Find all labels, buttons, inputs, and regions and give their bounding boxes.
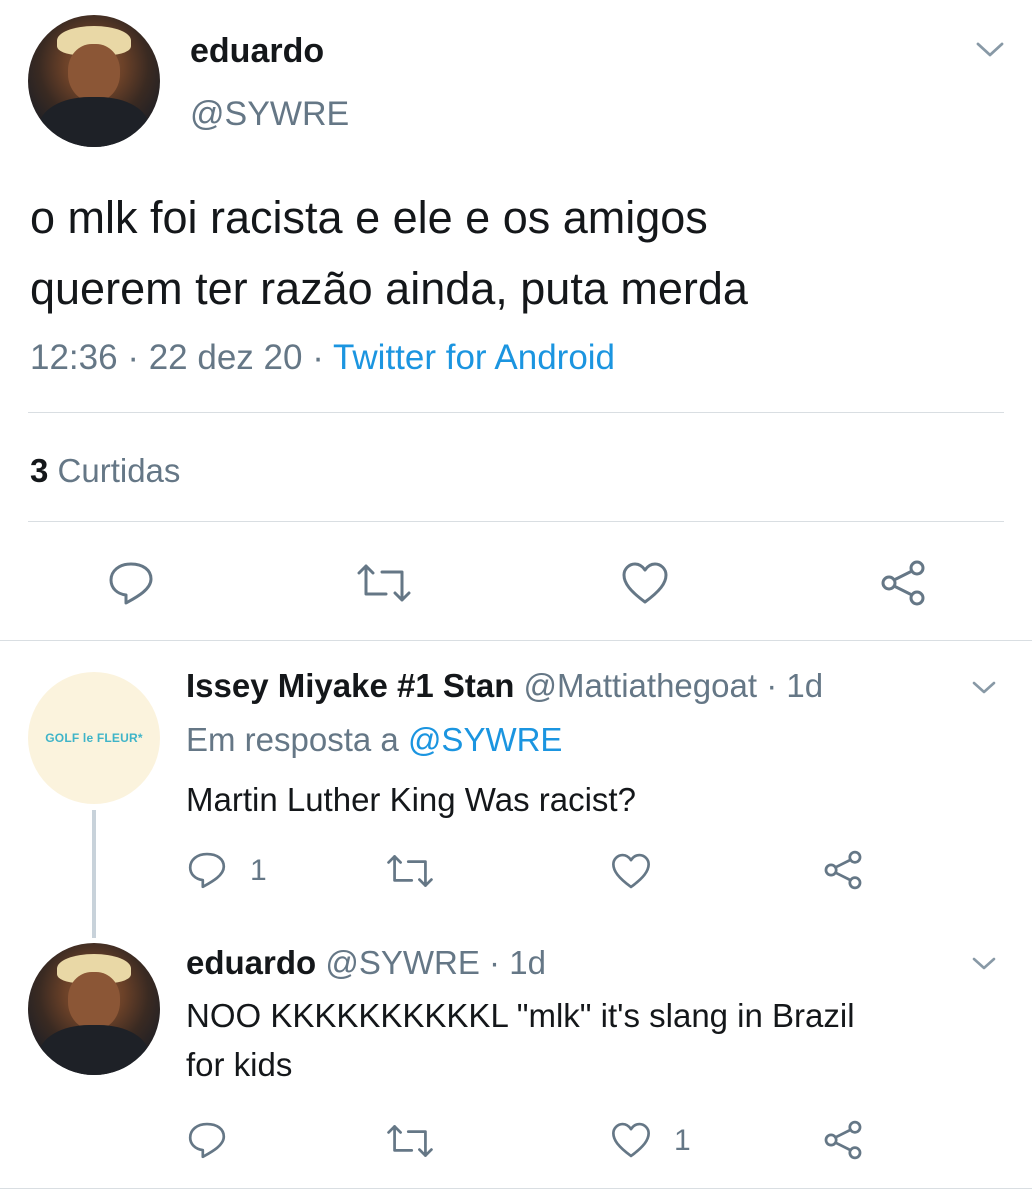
reply-text-line-1: NOO KKKKKKKKKKL "mlk" it's slang in Braz… <box>186 997 855 1034</box>
divider <box>0 640 1032 641</box>
author-name[interactable]: eduardo <box>190 32 324 71</box>
likes-label: Curtidas <box>57 452 181 489</box>
author-handle[interactable]: @SYWRE <box>190 95 349 134</box>
reply-author-name[interactable]: Issey Miyake #1 Stan <box>186 667 514 704</box>
divider <box>28 412 1004 413</box>
tweet-meta: 12:36 · 22 dez 20 · Twitter for Android <box>30 338 615 378</box>
reply-text: Martin Luther King Was racist? <box>186 781 636 818</box>
reply-header: Issey Miyake #1 Stan @Mattiathegoat · 1d <box>186 667 823 705</box>
avatar[interactable] <box>28 15 160 147</box>
share-icon[interactable] <box>820 1118 866 1162</box>
avatar[interactable]: GOLF le FLEUR* <box>28 672 160 804</box>
divider <box>0 1188 1032 1189</box>
reply-context: Em resposta a @SYWRE <box>186 721 562 759</box>
reply-text-line-2: for kids <box>186 1046 293 1083</box>
like-count: 1 <box>674 1124 691 1157</box>
likes-stat[interactable]: 3 Curtidas <box>30 452 180 490</box>
retweet-icon[interactable] <box>384 1123 436 1159</box>
avatar-face <box>67 972 121 1031</box>
tweet-date: 22 dez 20 <box>148 338 303 377</box>
reply-header: eduardo @SYWRE · 1d <box>186 944 546 982</box>
avatar-hood <box>38 1024 150 1075</box>
like-icon[interactable] <box>620 560 670 606</box>
meta-separator: · <box>489 944 501 981</box>
tweet-time: 12:36 <box>30 338 118 377</box>
reply-icon[interactable] <box>106 560 156 606</box>
like-icon[interactable] <box>610 851 652 891</box>
retweet-icon[interactable] <box>354 562 414 604</box>
reply-to-link[interactable]: @SYWRE <box>408 721 563 758</box>
avatar-hood <box>38 96 150 147</box>
reply-age: 1d <box>509 944 546 981</box>
avatar-face <box>67 44 121 103</box>
chevron-down-icon[interactable] <box>968 678 1000 698</box>
avatar-logo-text: GOLF le FLEUR* <box>45 731 143 745</box>
like-icon <box>610 1120 652 1160</box>
reply-age: 1d <box>786 667 824 704</box>
reply-context-label: Em resposta a <box>186 721 399 758</box>
meta-separator: · <box>312 338 324 377</box>
likes-count: 3 <box>30 452 49 489</box>
chevron-down-icon[interactable] <box>968 954 1000 974</box>
tweet-text-line-2: querem ter razão ainda, puta merda <box>30 263 748 314</box>
divider <box>28 521 1004 522</box>
share-icon[interactable] <box>820 848 866 892</box>
reply-count: 1 <box>250 854 267 887</box>
like-button[interactable]: 1 <box>610 1120 700 1160</box>
reply-author-name[interactable]: eduardo <box>186 944 316 981</box>
meta-separator: · <box>127 338 139 377</box>
reply-author-handle[interactable]: @Mattiathegoat <box>524 667 757 704</box>
meta-separator: · <box>766 667 778 704</box>
chevron-down-icon[interactable] <box>972 38 1008 62</box>
retweet-icon[interactable] <box>384 853 436 889</box>
share-icon[interactable] <box>876 558 930 608</box>
reply-icon[interactable] <box>186 1120 228 1160</box>
reply-author-handle[interactable]: @SYWRE <box>325 944 480 981</box>
thread-line <box>92 810 96 938</box>
reply-icon <box>186 850 228 890</box>
tweet-text-line-1: o mlk foi racista e ele e os amigos <box>30 192 708 243</box>
avatar[interactable] <box>28 943 160 1075</box>
tweet-source-link[interactable]: Twitter for Android <box>333 338 615 377</box>
